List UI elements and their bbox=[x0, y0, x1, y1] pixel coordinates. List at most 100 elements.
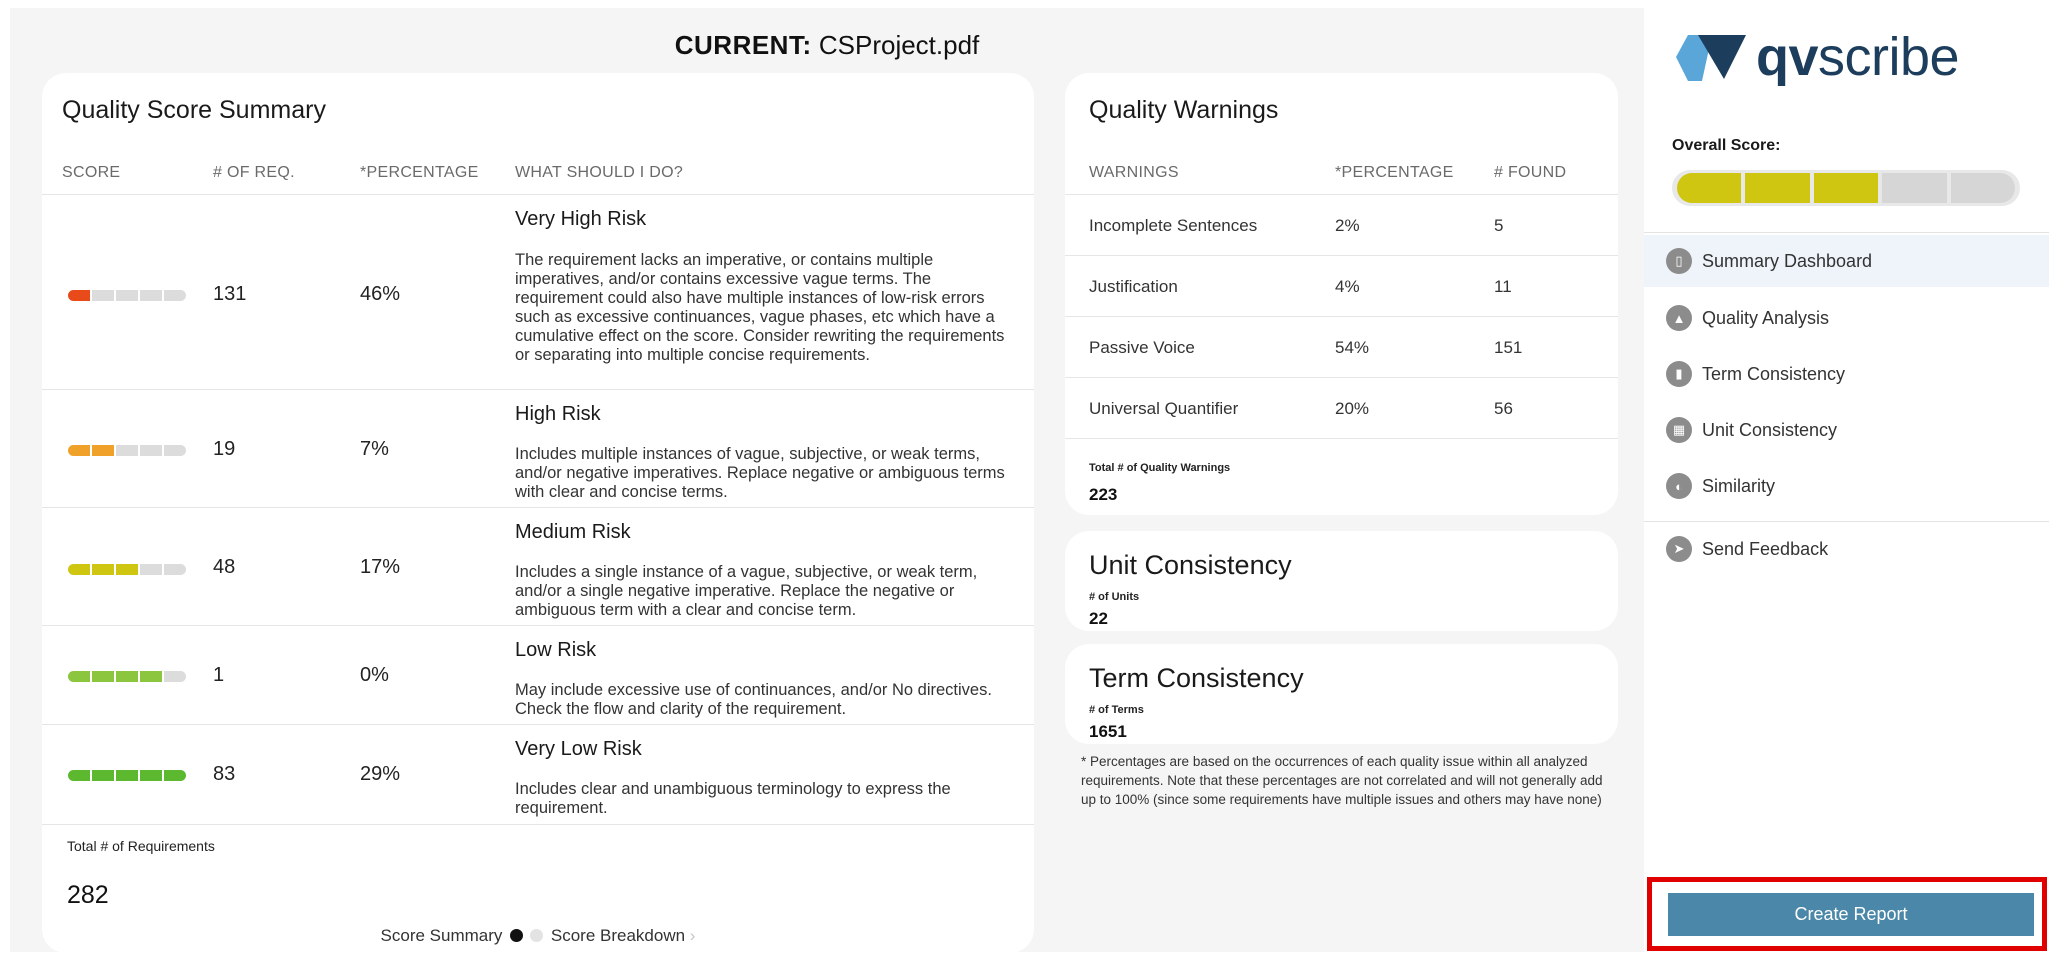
warning-percentage: 20% bbox=[1335, 399, 1370, 418]
score-segment bbox=[116, 770, 138, 781]
current-filename: CSProject.pdf bbox=[818, 30, 980, 60]
dashboard-icon: ▯ bbox=[1666, 248, 1692, 274]
score-segment bbox=[92, 671, 114, 682]
chevron-right-icon[interactable]: › bbox=[690, 926, 696, 945]
req-percentage: 29% bbox=[360, 763, 401, 785]
total-requirements-label: Total # of Requirements bbox=[67, 838, 215, 854]
req-count: 131 bbox=[213, 283, 247, 305]
unit-consistency-title: Unit Consistency bbox=[1089, 550, 1292, 580]
score-segment bbox=[140, 770, 162, 781]
col-percentage: *PERCENTAGE bbox=[360, 164, 479, 181]
sidebar-item-unit-consistency[interactable]: ▦ Unit Consistency bbox=[1644, 404, 2049, 456]
overall-score-label: Overall Score: bbox=[1672, 137, 1781, 154]
warning-found: 56 bbox=[1494, 399, 1513, 418]
score-segment bbox=[92, 564, 114, 575]
score-segment bbox=[164, 671, 186, 682]
score-segment bbox=[116, 671, 138, 682]
pager-dot-active[interactable] bbox=[510, 929, 524, 942]
send-icon: ➤ bbox=[1666, 536, 1692, 562]
pager-score-breakdown[interactable]: Score Breakdown bbox=[551, 926, 685, 945]
pager-score-summary[interactable]: Score Summary bbox=[381, 926, 503, 945]
score-segment bbox=[92, 770, 114, 781]
overall-score-bar bbox=[1672, 170, 2020, 206]
score-segment bbox=[68, 770, 90, 781]
col-warnings: WARNINGS bbox=[1089, 164, 1179, 181]
units-label: # of Units bbox=[1089, 591, 1140, 603]
score-segment bbox=[68, 671, 90, 682]
risk-level: High Risk bbox=[515, 403, 601, 425]
col-score: SCORE bbox=[62, 164, 121, 181]
score-segment bbox=[116, 445, 138, 456]
req-count: 48 bbox=[213, 556, 236, 578]
warning-name: Incomplete Sentences bbox=[1089, 216, 1258, 235]
sidebar-item-summary-dashboard[interactable]: ▯ Summary Dashboard bbox=[1644, 235, 2049, 287]
overall-score-segment bbox=[1882, 173, 1947, 203]
main-panel: CURRENT: CSProject.pdf Quality Score Sum… bbox=[10, 8, 1644, 953]
logo-mark-icon bbox=[1676, 35, 1746, 81]
qvscribe-logo: qvscribe bbox=[1672, 27, 1960, 87]
warning-name: Passive Voice bbox=[1089, 338, 1195, 357]
warning-percentage: 2% bbox=[1335, 216, 1360, 235]
warning-row: Justification 4% 11 bbox=[1065, 255, 1618, 316]
send-feedback-link[interactable]: ➤ Send Feedback bbox=[1644, 523, 2049, 575]
summary-row-high: 19 7% High Risk Includes multiple instan… bbox=[42, 389, 1034, 507]
quality-score-summary-card: Quality Score Summary SCORE # OF REQ. *P… bbox=[42, 73, 1034, 953]
total-warnings-value: 223 bbox=[1089, 485, 1118, 504]
score-segment bbox=[164, 770, 186, 781]
summary-pager: Score Summary Score Breakdown › bbox=[42, 926, 1034, 946]
terms-label: # of Terms bbox=[1089, 704, 1144, 716]
summary-title: Quality Score Summary bbox=[62, 96, 326, 124]
score-segment bbox=[68, 290, 90, 301]
risk-level: Low Risk bbox=[515, 639, 597, 661]
risk-level: Medium Risk bbox=[515, 521, 631, 543]
score-segment bbox=[164, 290, 186, 301]
score-segment bbox=[116, 290, 138, 301]
current-label: CURRENT: bbox=[674, 30, 812, 60]
create-report-button[interactable]: Create Report bbox=[1668, 893, 2034, 936]
quality-warnings-card: Quality Warnings WARNINGS *PERCENTAGE # … bbox=[1065, 73, 1618, 515]
total-requirements-value: 282 bbox=[67, 881, 109, 909]
score-bar bbox=[68, 445, 186, 456]
score-segment bbox=[140, 564, 162, 575]
sidebar: qvscribe Overall Score: ▯ Summary Dashbo… bbox=[1644, 0, 2049, 955]
warnings-title: Quality Warnings bbox=[1089, 96, 1279, 124]
sidebar-item-term-consistency[interactable]: ▮ Term Consistency bbox=[1644, 348, 2049, 400]
sidebar-item-label: Term Consistency bbox=[1702, 363, 1846, 384]
score-segment bbox=[92, 290, 114, 301]
warning-name: Justification bbox=[1089, 277, 1178, 296]
risk-description: Includes multiple instances of vague, su… bbox=[515, 445, 1005, 501]
risk-description: The requirement lacks an imperative, or … bbox=[515, 251, 1005, 364]
send-feedback-label: Send Feedback bbox=[1702, 538, 1829, 559]
score-segment bbox=[68, 564, 90, 575]
score-segment bbox=[140, 671, 162, 682]
score-bar bbox=[68, 564, 186, 575]
score-bar bbox=[68, 671, 186, 682]
overall-score-segment bbox=[1745, 173, 1810, 203]
page-title: CURRENT: CSProject.pdf bbox=[10, 30, 1644, 61]
grid-icon: ▦ bbox=[1666, 417, 1692, 443]
warning-row: Incomplete Sentences 2% 5 bbox=[1065, 194, 1618, 255]
warning-name: Universal Quantifier bbox=[1089, 399, 1239, 418]
warning-row: Universal Quantifier 20% 56 bbox=[1065, 377, 1618, 438]
warning-icon: ▲ bbox=[1666, 305, 1692, 331]
warnings-divider bbox=[1065, 438, 1618, 439]
book-icon: ▮ bbox=[1666, 361, 1692, 387]
warning-found: 151 bbox=[1494, 338, 1523, 357]
score-segment bbox=[116, 564, 138, 575]
sidebar-item-similarity[interactable]: ◐ Similarity bbox=[1644, 460, 2049, 512]
warning-percentage: 54% bbox=[1335, 338, 1370, 357]
units-value: 22 bbox=[1089, 609, 1108, 628]
req-percentage: 0% bbox=[360, 664, 389, 686]
sidebar-item-quality-analysis[interactable]: ▲ Quality Analysis bbox=[1644, 292, 2049, 344]
summary-row-very-high: 131 46% Very High Risk The requirement l… bbox=[42, 194, 1034, 389]
req-percentage: 17% bbox=[360, 556, 401, 578]
req-percentage: 46% bbox=[360, 283, 401, 305]
risk-description: Includes clear and unambiguous terminolo… bbox=[515, 780, 951, 817]
score-segment bbox=[68, 445, 90, 456]
score-segment bbox=[140, 445, 162, 456]
pager-dot-inactive[interactable] bbox=[530, 929, 544, 942]
sidebar-item-label: Similarity bbox=[1702, 475, 1776, 496]
risk-description: Includes a single instance of a vague, s… bbox=[515, 563, 978, 619]
req-count: 1 bbox=[213, 664, 225, 686]
risk-description: May include excessive use of continuance… bbox=[515, 681, 992, 718]
